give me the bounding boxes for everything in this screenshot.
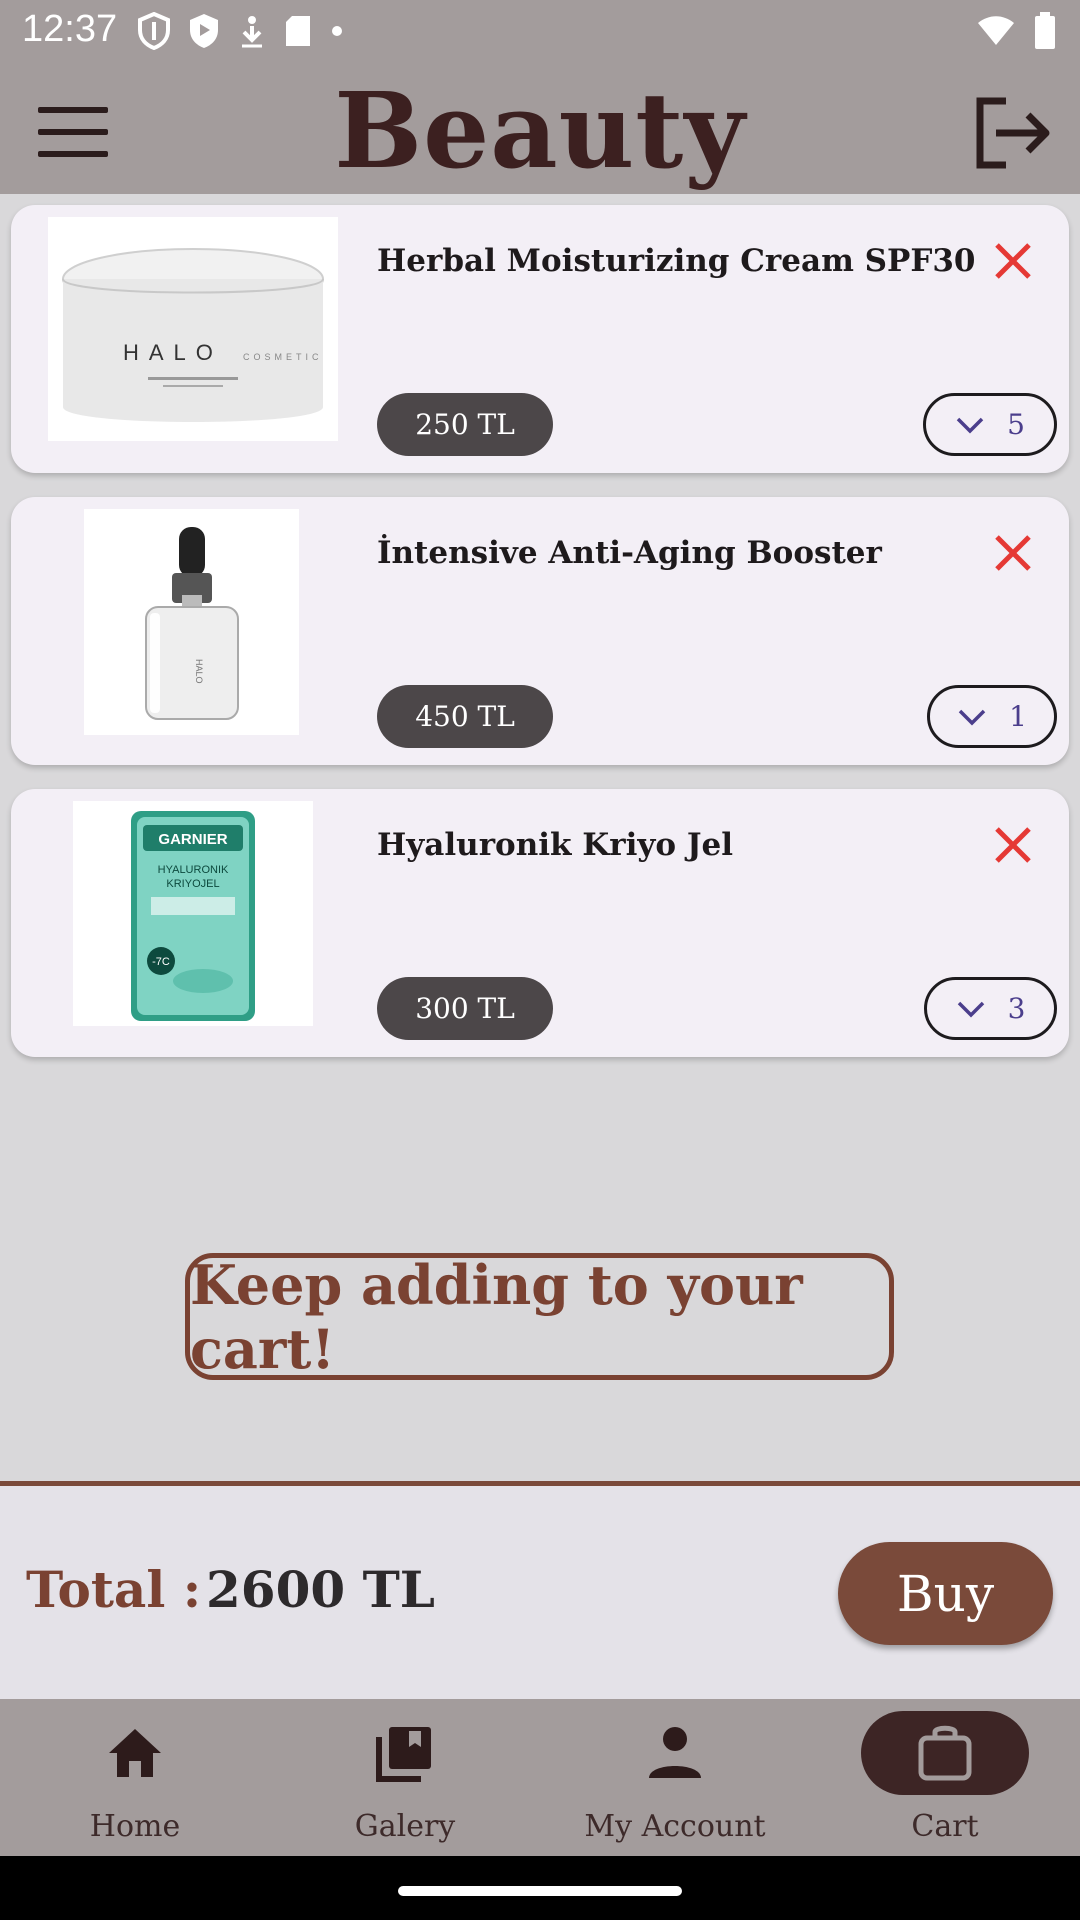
nav-my-account[interactable]: My Account (540, 1699, 810, 1856)
gesture-bar (0, 1856, 1080, 1920)
remove-item-button[interactable] (989, 821, 1037, 869)
remove-item-button[interactable] (989, 529, 1037, 577)
price-badge: 250 TL (377, 393, 553, 456)
close-icon (995, 243, 1031, 279)
quantity-value: 3 (1007, 992, 1026, 1025)
shield-outline-icon (138, 12, 170, 50)
home-icon (109, 1729, 161, 1777)
svg-text:COSMETIC: COSMETIC (243, 352, 323, 362)
svg-text:KRIYOJEL: KRIYOJEL (166, 878, 219, 890)
cream-jar-image: HALO COSMETIC (62, 248, 324, 422)
close-icon (995, 535, 1031, 571)
svg-text:HALO: HALO (194, 659, 204, 684)
nav-home[interactable]: Home (0, 1699, 270, 1856)
price-badge: 450 TL (377, 685, 553, 748)
nav-icon-container-active (861, 1711, 1029, 1795)
serum-bottle-image: HALO (145, 527, 239, 720)
quantity-value: 5 (1007, 408, 1025, 441)
product-name: Hyaluronik Kriyo Jel (377, 827, 734, 863)
total-label: Total : (26, 1560, 202, 1619)
nav-icon-container (591, 1711, 759, 1795)
status-bar: 12:37 (0, 0, 1080, 63)
person-icon (649, 1727, 701, 1778)
shield-filled-icon (190, 14, 218, 48)
status-time: 12:37 (22, 8, 118, 50)
product-name: Herbal Moisturizing Cream SPF30 (377, 243, 976, 279)
quantity-dropdown[interactable]: 5 (923, 393, 1057, 456)
home-indicator[interactable] (398, 1886, 682, 1896)
app-title: Beauty (334, 69, 746, 192)
keep-adding-text: Keep adding to your cart! (190, 1252, 803, 1381)
chevron-down-icon (958, 709, 986, 725)
nav-label: Home (89, 1809, 181, 1844)
wifi-icon (978, 16, 1014, 45)
svg-text:-7C: -7C (152, 956, 170, 968)
dot-icon (332, 26, 342, 36)
price-badge: 300 TL (377, 977, 553, 1040)
svg-text:HALO: HALO (123, 340, 223, 365)
quantity-value: 1 (1009, 700, 1027, 733)
cart-item: HALO COSMETIC Herbal Moisturizing Cream … (11, 205, 1069, 473)
status-icons-right (976, 12, 1056, 50)
nav-gallery[interactable]: Galery (270, 1699, 540, 1856)
battery-icon (1035, 12, 1055, 49)
product-image-cream: HALO COSMETIC (48, 217, 338, 441)
sd-card-icon (286, 16, 310, 46)
chevron-down-icon (957, 1001, 984, 1017)
gallery-icon (376, 1727, 431, 1782)
download-icon (242, 16, 262, 48)
total-value: 2600 TL (206, 1560, 435, 1619)
nav-icon-container (321, 1711, 489, 1795)
cart-item: HALO İntensive Anti-Aging Booster 450 TL… (11, 497, 1069, 765)
eye-mask-pack-image: GARNIER HYALURONIK KRIYOJEL -7C (131, 811, 255, 1021)
logout-icon (976, 97, 1050, 169)
quantity-dropdown[interactable]: 1 (927, 685, 1057, 748)
nav-label: Galery (354, 1809, 456, 1844)
svg-text:GARNIER: GARNIER (158, 831, 227, 848)
bottom-navigation: Home Galery My Account Cart (0, 1699, 1080, 1856)
quantity-dropdown[interactable]: 3 (924, 977, 1057, 1040)
nav-cart[interactable]: Cart (810, 1699, 1080, 1856)
logout-button[interactable] (972, 95, 1052, 171)
close-icon (995, 827, 1031, 863)
nav-label: My Account (584, 1809, 766, 1844)
cart-item: GARNIER HYALURONIK KRIYOJEL -7C Hyaluron… (11, 789, 1069, 1057)
remove-item-button[interactable] (989, 237, 1037, 285)
nav-icon-container (51, 1711, 219, 1795)
shopping-bag-icon (918, 1725, 972, 1781)
buy-button[interactable]: Buy (838, 1542, 1053, 1645)
top-app-bar: Beauty (0, 63, 1080, 194)
product-image-serum: HALO (84, 509, 299, 735)
product-image-gel: GARNIER HYALURONIK KRIYOJEL -7C (73, 801, 313, 1026)
product-name: İntensive Anti-Aging Booster (377, 535, 882, 571)
keep-adding-button[interactable]: Keep adding to your cart! (185, 1252, 894, 1381)
svg-text:HYALURONIK: HYALURONIK (158, 864, 229, 876)
status-icons-left (138, 12, 344, 50)
nav-label: Cart (911, 1809, 979, 1844)
chevron-down-icon (956, 417, 984, 433)
